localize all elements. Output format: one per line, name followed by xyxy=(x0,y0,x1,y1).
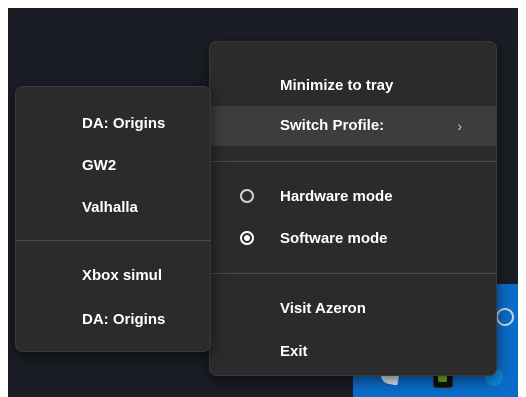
profile-item[interactable]: Xbox simul xyxy=(16,256,210,296)
software-mode-radio[interactable] xyxy=(240,231,254,245)
profile-item[interactable]: GW2 xyxy=(16,146,210,186)
switch-profile-label: Switch Profile: xyxy=(280,117,385,134)
chevron-right-icon: › xyxy=(457,118,462,134)
profile-item[interactable]: Valhalla xyxy=(16,188,210,228)
software-mode-label: Software mode xyxy=(280,230,388,247)
minimize-to-tray-label: Minimize to tray xyxy=(280,77,394,94)
profile-item[interactable]: DA: Origins xyxy=(16,300,210,340)
hardware-mode-radio[interactable] xyxy=(240,189,254,203)
minimize-to-tray-item[interactable]: Minimize to tray xyxy=(210,66,496,106)
menu-separator xyxy=(210,161,496,162)
visit-azeron-label: Visit Azeron xyxy=(280,300,366,317)
profiles-submenu: DA: Origins GW2 Valhalla Xbox simul DA: … xyxy=(15,86,211,352)
profile-label: DA: Origins xyxy=(82,311,166,328)
exit-item[interactable]: Exit xyxy=(210,332,496,372)
switch-profile-item[interactable]: Switch Profile: › xyxy=(210,106,496,146)
tray-context-menu: Minimize to tray Switch Profile: › Hardw… xyxy=(209,41,497,376)
profile-label: Xbox simul xyxy=(82,267,163,284)
software-mode-item[interactable]: Software mode xyxy=(210,219,496,259)
visit-azeron-item[interactable]: Visit Azeron xyxy=(210,289,496,329)
menu-separator xyxy=(210,273,496,274)
profile-label: GW2 xyxy=(82,157,117,174)
exit-label: Exit xyxy=(280,343,308,360)
desktop-background: Minimize to tray Switch Profile: › Hardw… xyxy=(8,8,518,397)
profile-item[interactable]: DA: Origins xyxy=(16,104,210,144)
hardware-mode-label: Hardware mode xyxy=(280,188,393,205)
hardware-mode-item[interactable]: Hardware mode xyxy=(210,177,496,217)
profile-label: Valhalla xyxy=(82,199,138,216)
profile-label: DA: Origins xyxy=(82,115,166,132)
tray-settings-icon[interactable] xyxy=(496,308,514,326)
submenu-separator xyxy=(16,240,210,241)
